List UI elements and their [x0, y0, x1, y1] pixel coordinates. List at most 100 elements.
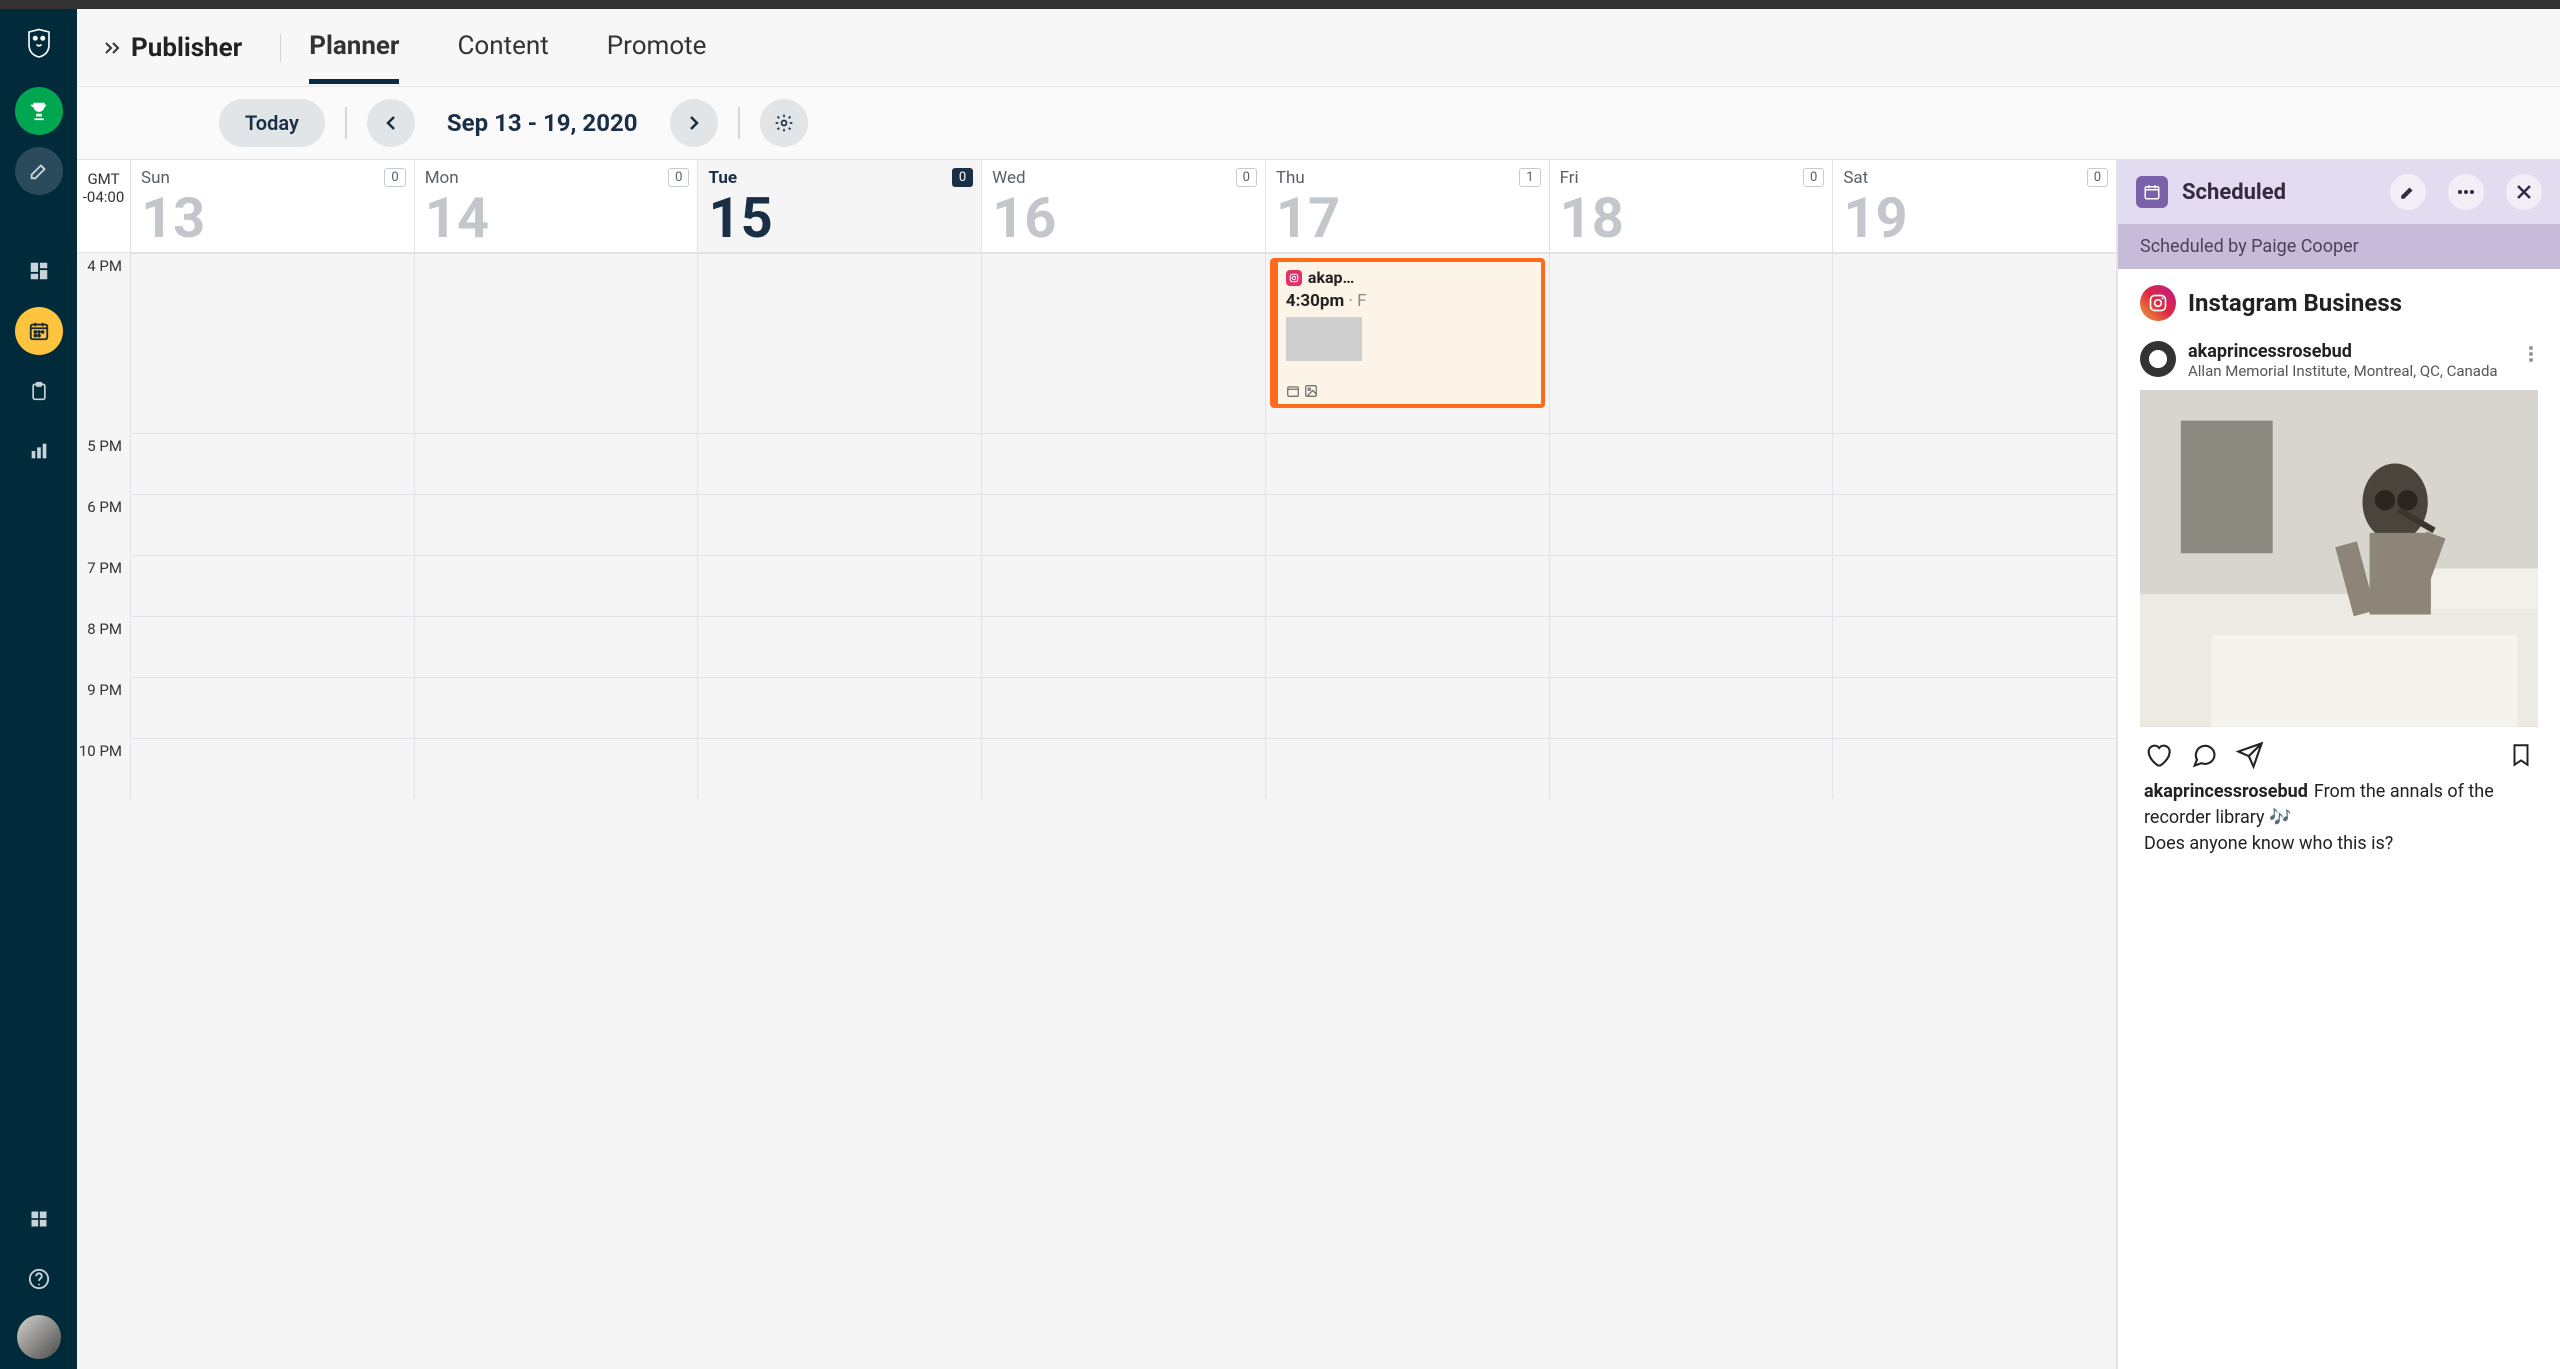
save-button[interactable] — [2508, 741, 2534, 769]
chevron-left-icon — [384, 114, 398, 132]
calendar-cell[interactable] — [131, 555, 415, 616]
calendar-cell[interactable] — [415, 738, 699, 799]
calendar-cell[interactable] — [131, 677, 415, 738]
share-button[interactable] — [2236, 741, 2264, 769]
calendar-cell[interactable] — [1833, 555, 2116, 616]
sidebar-item-compose[interactable] — [15, 147, 63, 195]
calendar-cell[interactable] — [1266, 677, 1550, 738]
calendar-cell[interactable] — [1266, 616, 1550, 677]
calendar-cell[interactable] — [415, 555, 699, 616]
calendar-cell[interactable] — [698, 494, 982, 555]
more-button[interactable] — [2448, 174, 2484, 210]
calendar-cell[interactable] — [415, 616, 699, 677]
calendar-cell[interactable] — [415, 494, 699, 555]
calendar-cell[interactable] — [1550, 494, 1834, 555]
calendar-cell[interactable] — [131, 738, 415, 799]
comment-icon — [2190, 741, 2218, 769]
sidebar-item-assignments[interactable] — [15, 367, 63, 415]
calendar-cell[interactable] — [131, 433, 415, 494]
post-menu-button[interactable] — [2524, 341, 2538, 367]
calendar-cell[interactable] — [982, 494, 1266, 555]
calendar-cell[interactable] — [1550, 253, 1834, 433]
help-icon — [28, 1268, 50, 1290]
calendar-cell[interactable] — [131, 616, 415, 677]
calendar-cell[interactable] — [1266, 738, 1550, 799]
hootsuite-logo-icon — [24, 27, 54, 59]
calendar-cell[interactable] — [982, 555, 1266, 616]
calendar-cell[interactable] — [698, 253, 982, 433]
calendar-cell[interactable] — [1833, 738, 2116, 799]
bookmark-icon — [2508, 741, 2534, 769]
calendar-cell[interactable] — [1550, 433, 1834, 494]
tab-promote[interactable]: Promote — [607, 11, 707, 84]
close-button[interactable] — [2506, 174, 2542, 210]
sidebar-item-trophy[interactable] — [15, 87, 63, 135]
sidebar-item-analytics[interactable] — [15, 427, 63, 475]
sidebar-item-streams[interactable] — [15, 247, 63, 295]
time-label: 5 PM — [77, 433, 131, 494]
calendar-cell[interactable] — [131, 253, 415, 433]
like-button[interactable] — [2144, 741, 2172, 769]
send-icon — [2236, 741, 2264, 769]
user-avatar[interactable] — [17, 1315, 61, 1359]
edit-button[interactable] — [2390, 174, 2426, 210]
calendar-cell[interactable] — [1550, 677, 1834, 738]
window-top-bar — [0, 0, 2560, 9]
timezone-label: GMT -04:00 — [77, 160, 131, 252]
next-week-button[interactable] — [670, 99, 718, 147]
expand-sidebar-button[interactable] — [99, 34, 127, 62]
gear-icon — [774, 113, 794, 133]
calendar-cell[interactable] — [131, 494, 415, 555]
sidebar-item-publisher[interactable] — [15, 307, 63, 355]
calendar-cell[interactable] — [1266, 555, 1550, 616]
comment-button[interactable] — [2190, 741, 2218, 769]
calendar-cell[interactable] — [698, 555, 982, 616]
calendar-cell[interactable] — [415, 677, 699, 738]
calendar-cell[interactable] — [698, 433, 982, 494]
calendar-cell[interactable] — [982, 738, 1266, 799]
tab-content[interactable]: Content — [457, 11, 548, 84]
calendar-cell[interactable] — [1833, 433, 2116, 494]
calendar-icon — [1286, 384, 1300, 398]
calendar-cell[interactable] — [698, 616, 982, 677]
calendar-cell[interactable] — [1833, 253, 2116, 433]
day-header-sat[interactable]: Sat 0 19 — [1833, 160, 2116, 252]
calendar-cell[interactable] — [1266, 433, 1550, 494]
today-button[interactable]: Today — [219, 99, 325, 147]
day-header-fri[interactable]: Fri 0 18 — [1550, 160, 1834, 252]
sidebar-item-apps[interactable] — [15, 1195, 63, 1243]
day-header-wed[interactable]: Wed 0 16 — [982, 160, 1266, 252]
day-header-mon[interactable]: Mon 0 14 — [415, 160, 699, 252]
chevrons-right-icon — [104, 41, 122, 55]
trophy-icon — [28, 100, 50, 122]
calendar-cell[interactable] — [982, 616, 1266, 677]
main-tabs: Planner Content Promote — [309, 11, 706, 84]
calendar-cell[interactable] — [1833, 616, 2116, 677]
calendar-cell[interactable]: akap… 4:30pm · F — [1266, 253, 1550, 433]
calendar-cell[interactable] — [982, 677, 1266, 738]
calendar-cell[interactable] — [698, 738, 982, 799]
day-header-sun[interactable]: Sun 0 13 — [131, 160, 415, 252]
calendar-cell[interactable] — [1833, 677, 2116, 738]
calendar-cell[interactable] — [982, 433, 1266, 494]
tab-planner[interactable]: Planner — [309, 11, 399, 84]
calendar-cell[interactable] — [1833, 494, 2116, 555]
settings-button[interactable] — [760, 99, 808, 147]
instagram-icon — [2140, 285, 2176, 321]
scheduled-event-card[interactable]: akap… 4:30pm · F — [1270, 258, 1545, 408]
calendar-cell[interactable] — [1550, 738, 1834, 799]
calendar-cell[interactable] — [1550, 616, 1834, 677]
status-label: Scheduled — [2182, 180, 2368, 205]
calendar-cell[interactable] — [415, 433, 699, 494]
header: Publisher Planner Content Promote — [77, 9, 2560, 87]
day-header-thu[interactable]: Thu 1 17 — [1266, 160, 1550, 252]
calendar-cell[interactable] — [982, 253, 1266, 433]
calendar-cell[interactable] — [415, 253, 699, 433]
calendar-cell[interactable] — [1266, 494, 1550, 555]
calendar-cell[interactable] — [1550, 555, 1834, 616]
day-header-tue[interactable]: Tue 0 15 — [698, 160, 982, 252]
calendar-cell[interactable] — [698, 677, 982, 738]
calendar-grid[interactable]: 4 PM akap… 4:30pm · F 5 PM6 PM7 PM8 PM9 … — [77, 253, 2116, 1369]
prev-week-button[interactable] — [367, 99, 415, 147]
sidebar-item-help[interactable] — [15, 1255, 63, 1303]
